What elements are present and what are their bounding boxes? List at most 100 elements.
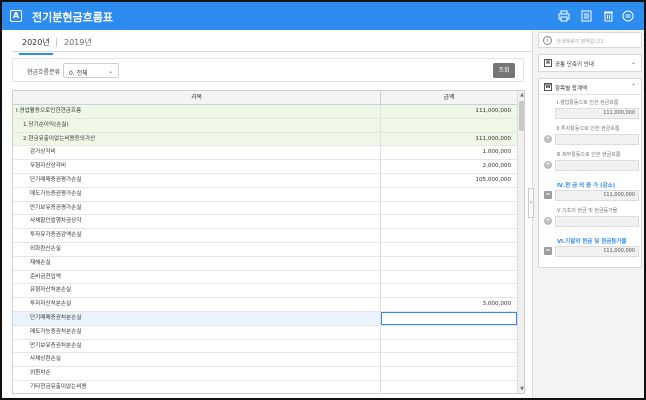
cell-amount[interactable] [381,381,517,393]
header-amount: 금액 [443,94,455,101]
table-row[interactable]: 2.현금유출이없는비용등의가산 111,000,000 [13,132,517,147]
summary-label: Ⅵ.기말의 현금 및 현금등가물 [557,239,627,245]
equals-icon: = [544,247,552,255]
table-row[interactable]: 단기매매증권평가손실 105,000,000 [13,173,517,188]
cell-subject[interactable]: 기타현금유출이없는비용 [13,380,381,393]
table-row[interactable]: 무형자산상각비 2,000,000 [13,160,517,174]
cell-amount[interactable]: 105,000,000 [381,174,517,187]
summary-section-title: 항목별 합계액 [555,86,588,92]
plus-icon: + [544,135,552,143]
cell-subject[interactable]: 투자유가증권감액손실 [13,229,381,242]
cell-subject[interactable]: 외화환산손실 [13,242,381,256]
cell-amount[interactable] [381,119,517,132]
cell-amount[interactable]: 111,000,000 [381,105,517,118]
table-row[interactable]: 외화환산손실 [13,242,517,257]
table-row[interactable]: 외환차손 [13,367,517,381]
table-row[interactable]: 매도가능증권평가손실 [13,187,517,202]
scroll-down-icon[interactable]: ▼ [518,385,524,393]
header-subject: 과목 [13,91,381,105]
table-body: Ⅰ.영업활동으로인한현금흐름 111,000,000 1.당기순이익(손실) 2.현금… [13,105,517,393]
menu-icon[interactable] [622,9,634,22]
table-header: 과목 금액 [13,91,517,105]
cell-subject[interactable]: Ⅰ.영업활동으로인한현금흐름 [13,105,381,118]
cell-amount[interactable] [381,326,517,339]
cell-amount[interactable] [381,243,517,256]
cell-subject[interactable]: 사채할인발행차금상각 [13,215,381,229]
cell-amount[interactable]: 1,000,000 [381,146,517,159]
copy-icon[interactable] [580,9,592,22]
chevron-down-icon: ⌄ [107,68,113,75]
cell-amount[interactable] [381,202,517,215]
cell-amount[interactable] [381,229,517,242]
cell-amount[interactable]: 3,000,000 [381,298,517,311]
cell-subject[interactable]: 외환차손 [13,367,381,380]
cell-amount[interactable] [381,271,517,284]
shortcut-section[interactable]: ⌘ 공통 단축키 안내 ⌄ [538,54,642,72]
chevron-up-icon[interactable]: ⌃ [631,83,636,90]
cashflow-category-select[interactable]: 0. 전체 ⌄ [63,63,119,78]
cell-subject[interactable]: 매도가능증권처분손실 [13,325,381,339]
summary-value [555,216,639,227]
chevron-down-icon[interactable]: ⌄ [631,59,636,66]
table-row[interactable]: 기타현금유출이없는비용 [13,380,517,393]
cell-amount[interactable]: 2,000,000 [381,160,517,173]
query-button[interactable]: 조회 [493,63,515,78]
tab-2020[interactable]: 2020년 [19,37,53,55]
app-window: A 전기분현금흐름표 2020년 2019년 현금흐름분류 0. 전체 ⌄ 조회… [0,0,646,400]
table-row[interactable]: 사채상환손실 [13,353,517,368]
table-row[interactable]: 준비금전입액 [13,270,517,285]
cashflow-category-label: 현금흐름분류 [27,69,61,76]
filter-bar: 현금흐름분류 0. 전체 ⌄ 조회 [12,58,524,82]
cell-subject[interactable]: 만기보유증권처분손실 [13,339,381,353]
table-row[interactable]: 만기보유증권평가손실 [13,201,517,216]
table-row[interactable]: 재해손실 [13,256,517,271]
cell-subject[interactable]: 1.당기순이익(손실) [13,118,381,132]
table-row[interactable]: 만기보유증권처분손실 [13,339,517,354]
table-row[interactable]: 감가상각비 1,000,000 [13,146,517,161]
cell-subject[interactable]: 재해손실 [13,256,381,270]
table-row[interactable]: 1.당기순이익(손실) [13,118,517,133]
table-scrollbar[interactable]: ▲ ▼ [517,91,524,393]
cell-amount[interactable] [381,367,517,380]
shortcut-section-title: 공통 단축키 안내 [555,62,594,68]
window-title: 전기분현금흐름표 [32,11,113,24]
cell-amount[interactable] [381,188,517,201]
cell-subject[interactable]: 단기매매증권처분손실 [13,311,381,325]
cell-subject[interactable]: 2.현금유출이없는비용등의가산 [13,132,381,146]
table-row[interactable]: 투자자산처분손실 3,000,000 [13,298,517,312]
print-icon[interactable] [558,9,570,22]
cell-subject[interactable]: 단기매매증권평가손실 [13,173,381,187]
summary-value: 111,000,000 [555,190,639,201]
summary-section-header[interactable]: W 항목별 합계액 ⌃ [539,79,641,95]
table-row[interactable]: 단기매매증권처분손실 [13,311,517,326]
cell-subject[interactable]: 준비금전입액 [13,270,381,284]
cell-amount[interactable]: 111,000,000 [381,133,517,146]
cell-subject[interactable]: 유형자산처분손실 [13,284,381,298]
table-row[interactable]: 유형자산처분손실 [13,284,517,299]
cell-amount[interactable] [381,215,517,228]
summary-label: Ⅴ.기초의 현금 및 현금등가물 [557,208,618,214]
cell-amount[interactable] [381,340,517,353]
cell-amount[interactable] [381,353,517,366]
table-row[interactable]: 투자유가증권감액손실 [13,229,517,243]
tab-2019[interactable]: 2019년 [64,37,92,48]
cell-subject[interactable]: 무형자산상각비 [13,160,381,173]
cell-subject[interactable]: 투자자산처분손실 [13,298,381,311]
cell-subject[interactable]: 매도가능증권평가손실 [13,187,381,201]
cell-subject[interactable]: 감가상각비 [13,146,381,160]
cell-subject[interactable]: 사채상환손실 [13,353,381,367]
delete-icon[interactable] [602,9,614,22]
table-row[interactable]: 사채할인발행차금상각 [13,215,517,230]
table-row[interactable]: 매도가능증권처분손실 [13,325,517,340]
cell-amount[interactable] [381,284,517,297]
cell-subject[interactable]: 만기보유증권평가손실 [13,201,381,215]
plus-icon: + [544,161,552,169]
panel-collapse-handle[interactable]: › [528,188,534,218]
cell-amount[interactable] [381,257,517,270]
shortcut-section-header[interactable]: ⌘ 공통 단축키 안내 ⌄ [539,55,641,71]
summary-section: W 항목별 합계액 ⌃ Ⅰ.영업활동으로 인한 현금흐름 111,000,000 Ⅱ… [538,78,642,268]
cell-amount[interactable] [381,311,517,325]
scroll-up-icon[interactable]: ▲ [518,91,524,99]
scroll-thumb[interactable] [519,101,524,131]
table-row[interactable]: Ⅰ.영업활동으로인한현금흐름 111,000,000 [13,105,517,119]
